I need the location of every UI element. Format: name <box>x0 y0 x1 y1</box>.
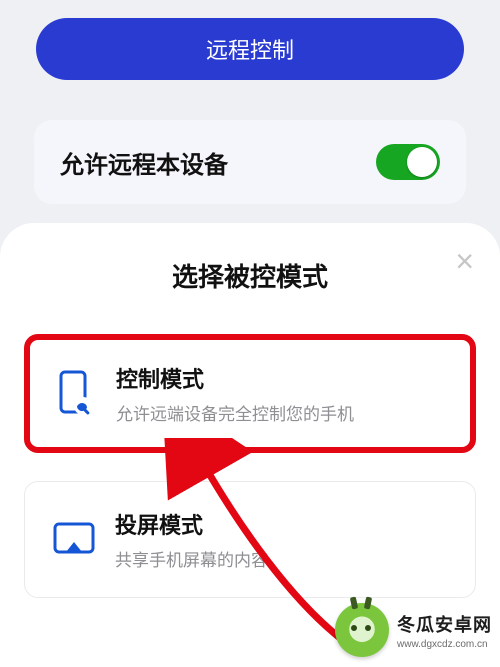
option-control-mode[interactable]: 控制模式 允许远端设备完全控制您的手机 <box>24 334 476 453</box>
option-cast-title: 投屏模式 <box>115 508 268 540</box>
watermark-title: 冬瓜安卓网 <box>397 611 492 637</box>
allow-remote-card: 允许远程本设备 <box>34 120 466 204</box>
cast-screen-icon <box>47 521 101 559</box>
allow-remote-toggle[interactable] <box>376 144 440 180</box>
option-cast-desc: 共享手机屏幕的内容 <box>115 546 268 571</box>
option-control-title: 控制模式 <box>116 362 354 394</box>
mode-select-sheet: × 选择被控模式 控制模式 允许远端设备完全控制您的手机 投屏模式 共享手机屏幕… <box>0 223 500 667</box>
option-control-text: 控制模式 允许远端设备完全控制您的手机 <box>116 362 354 425</box>
watermark-url: www.dgxcdz.com.cn <box>397 639 492 650</box>
option-cast-text: 投屏模式 共享手机屏幕的内容 <box>115 508 268 571</box>
close-icon[interactable]: × <box>455 245 474 277</box>
sheet-title: 选择被控模式 <box>24 257 476 294</box>
allow-remote-label: 允许远程本设备 <box>60 145 228 180</box>
option-control-desc: 允许远端设备完全控制您的手机 <box>116 400 354 425</box>
option-cast-mode[interactable]: 投屏模式 共享手机屏幕的内容 <box>24 481 476 598</box>
remote-control-button-label: 远程控制 <box>206 33 294 65</box>
background-controls: 远程控制 <box>0 18 500 80</box>
remote-control-button[interactable]: 远程控制 <box>36 18 464 80</box>
phone-wrench-icon <box>48 370 102 418</box>
